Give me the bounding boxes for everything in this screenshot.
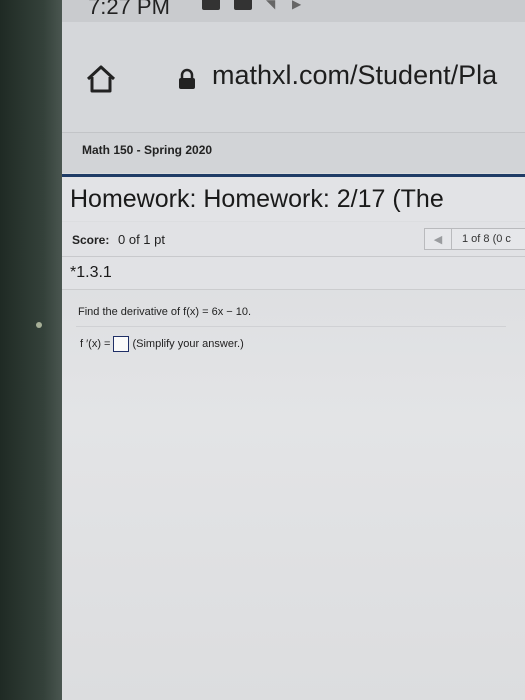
play-icon: ▶ bbox=[292, 0, 302, 11]
signal-icon: ◥ bbox=[266, 0, 276, 11]
answer-hint: (Simplify your answer.) bbox=[132, 338, 244, 350]
score-label: Score: bbox=[72, 233, 110, 247]
question-content: Find the derivative of f(x) = 6x − 10. f… bbox=[62, 290, 525, 700]
add-notification-icon bbox=[234, 0, 252, 10]
answer-input[interactable] bbox=[113, 336, 130, 352]
score-value: 0 of 1 pt bbox=[118, 232, 165, 247]
lock-icon bbox=[179, 68, 195, 89]
device-bezel bbox=[0, 0, 62, 700]
course-title[interactable]: Math 150 - Spring 2020 bbox=[82, 143, 212, 157]
divider bbox=[76, 326, 506, 327]
question-row: *1.3.1 bbox=[62, 257, 525, 290]
notification-icon bbox=[202, 0, 220, 10]
homework-header: Homework: Homework: 2/17 (The bbox=[62, 174, 525, 221]
score-row: Score: 0 of 1 pt ◀ 1 of 8 (0 c bbox=[62, 222, 525, 257]
homework-title: Homework: Homework: 2/17 (The bbox=[70, 185, 444, 213]
bezel-light bbox=[36, 322, 42, 328]
question-id: *1.3.1 bbox=[70, 264, 112, 281]
question-navigator: ◀ 1 of 8 (0 c bbox=[424, 228, 525, 250]
browser-toolbar: mathxl.com/Student/Pla bbox=[62, 22, 525, 133]
phone-screen: 7:27 PM ◥ ▶ mathxl.com/Student/Pla Math … bbox=[62, 0, 525, 700]
status-time: 7:27 PM bbox=[88, 0, 170, 19]
course-bar: Math 150 - Spring 2020 bbox=[62, 133, 525, 173]
triangle-left-icon[interactable]: ◀ bbox=[425, 229, 452, 249]
status-icons: ◥ ▶ bbox=[202, 0, 304, 11]
answer-prefix: f ′(x) = bbox=[80, 338, 111, 350]
question-prompt: Find the derivative of f(x) = 6x − 10. bbox=[78, 306, 252, 318]
url-address[interactable]: mathxl.com/Student/Pla bbox=[212, 60, 497, 91]
question-position[interactable]: 1 of 8 (0 c bbox=[452, 233, 511, 245]
status-bar: 7:27 PM ◥ ▶ bbox=[62, 0, 525, 22]
answer-line: f ′(x) = (Simplify your answer.) bbox=[80, 336, 244, 352]
home-icon[interactable] bbox=[84, 64, 118, 94]
